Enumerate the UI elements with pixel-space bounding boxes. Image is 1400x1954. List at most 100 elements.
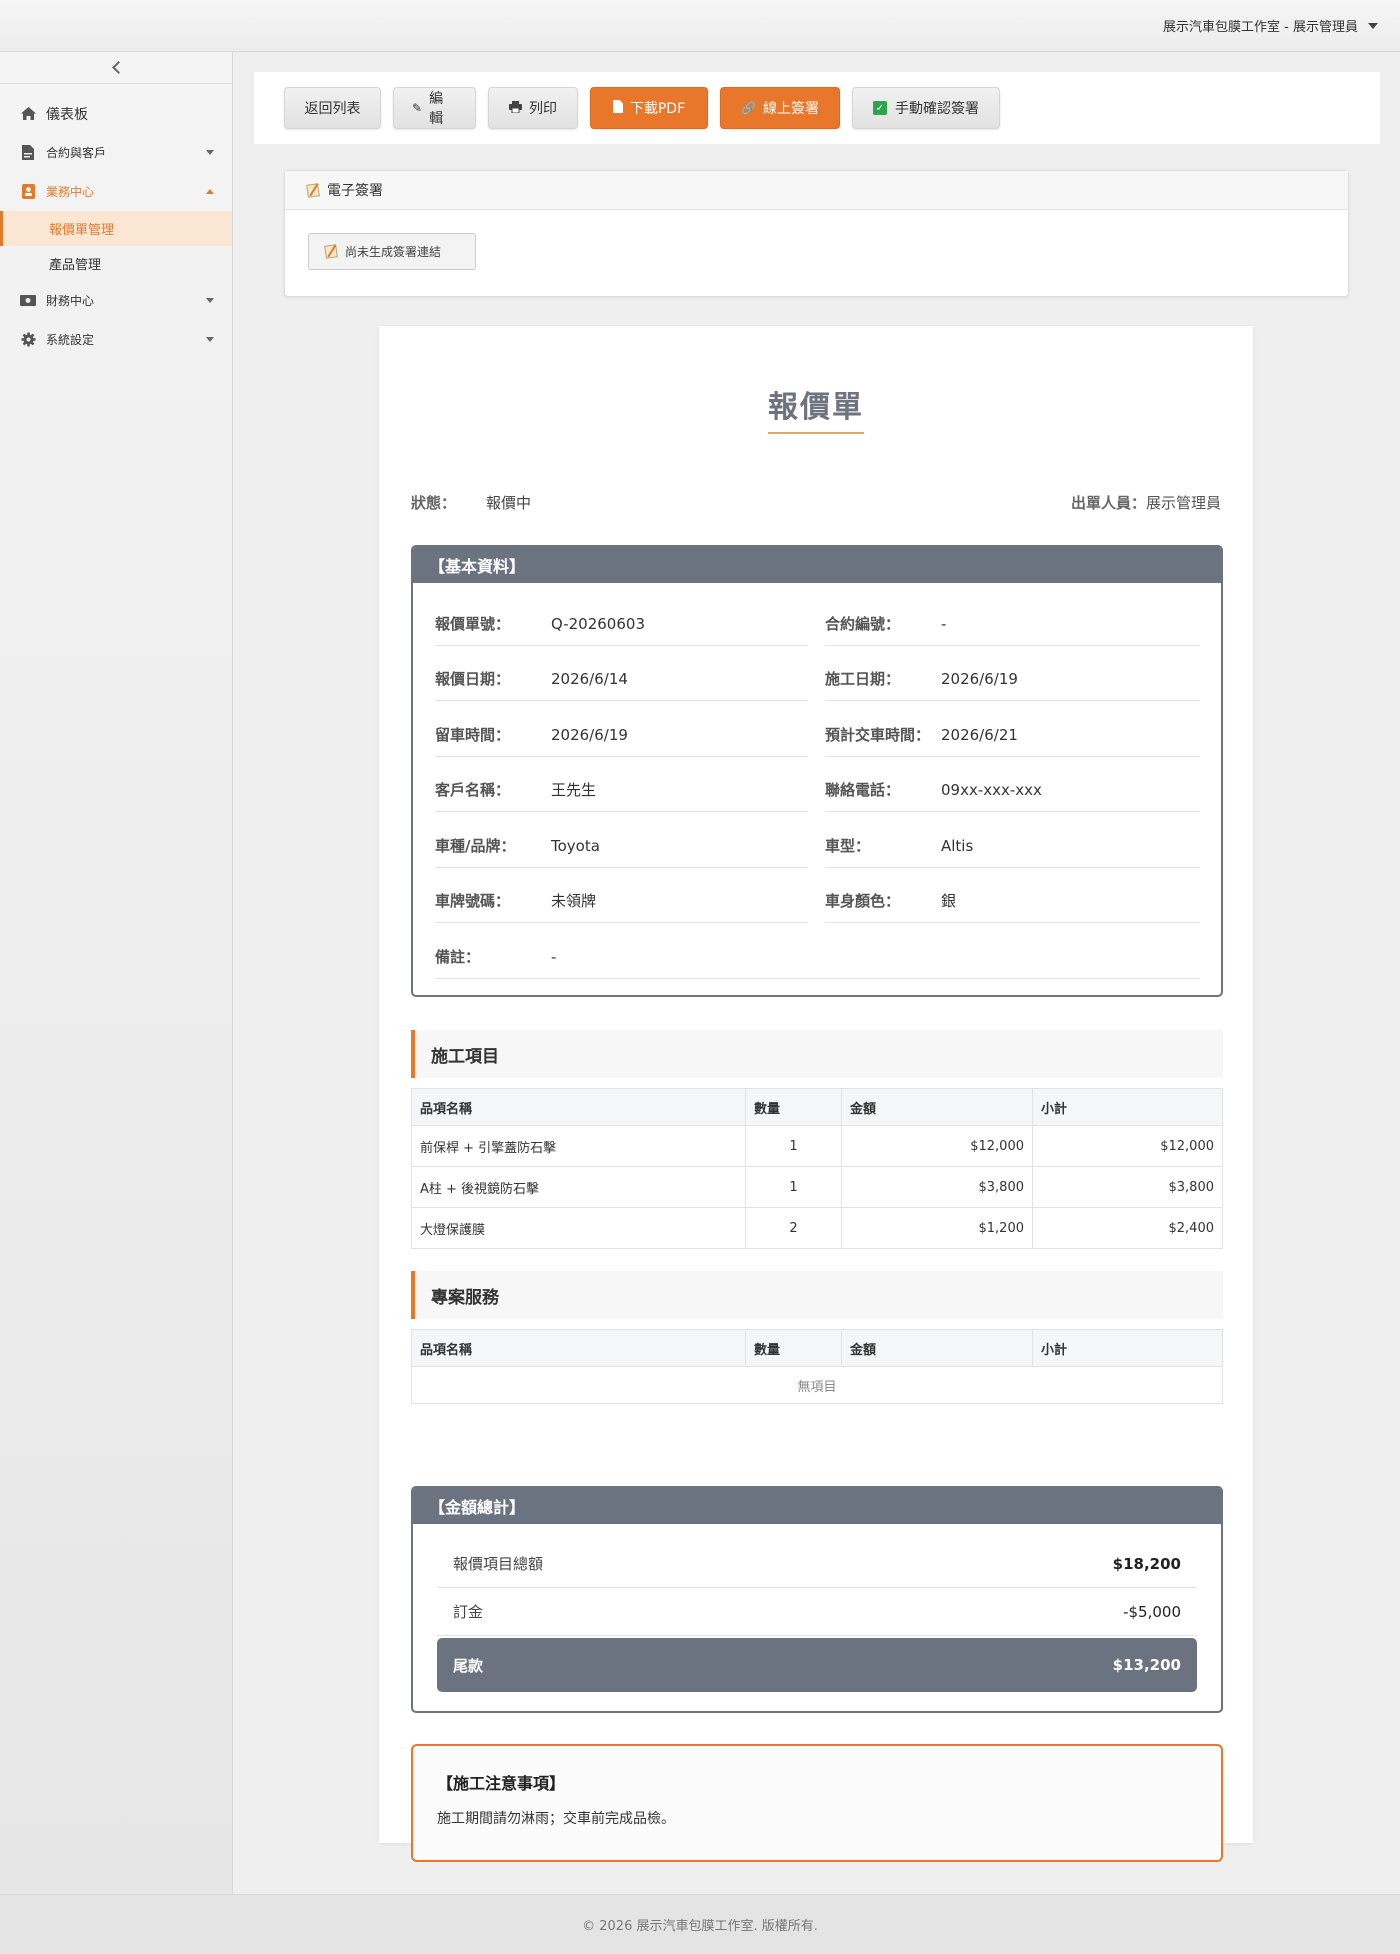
field-value: - — [551, 947, 557, 966]
money-icon — [20, 293, 36, 309]
item-price: $12,000 — [841, 1125, 1033, 1167]
total-label: 報價項目總額 — [453, 1555, 544, 1573]
column-header-qty: 數量 — [745, 1088, 842, 1126]
notes-title: 【施工注意事項】 — [437, 1774, 566, 1793]
pencil-icon: ✎ — [412, 101, 423, 115]
memo-icon — [306, 182, 320, 198]
generate-sign-link-button[interactable]: 尚未生成簽署連結 — [308, 233, 476, 270]
basic-info-title: 【基本資料】 — [413, 547, 1221, 583]
field-value: Altis — [941, 836, 974, 855]
sidebar-subitem-quotes[interactable]: 報價單管理 — [0, 211, 232, 246]
field-plate-no: 車牌號碼： 未領牌 — [435, 879, 808, 923]
button-label: 線上簽署 — [762, 101, 819, 117]
sidebar-item-contracts[interactable]: 合約與客戶 — [0, 133, 232, 172]
table-row: A柱 + 後視鏡防石擊 1 $3,800 $3,800 — [411, 1166, 1223, 1208]
main-content: 返回列表 ✎ 編輯 列印 下載PDF 🔗 線上簽署 ✓ 手動確認簽署 電子簽署 … — [234, 52, 1400, 1894]
check-icon: ✓ — [873, 101, 887, 115]
document-title: 報價單 — [768, 382, 864, 434]
column-header-name: 品項名稱 — [411, 1329, 746, 1367]
edit-button[interactable]: ✎ 編輯 — [393, 87, 476, 129]
user-menu-label: 展示汽車包膜工作室 - 展示管理員 — [1163, 20, 1358, 35]
field-value: 未領牌 — [551, 892, 597, 910]
e-signature-title: 電子簽署 — [327, 183, 383, 199]
sidebar-item-finance[interactable]: 財務中心 — [0, 281, 232, 320]
caret-up-icon — [206, 189, 214, 194]
status-row: 狀態： 報價中 出單人員：展示管理員 — [411, 492, 1221, 513]
item-qty: 1 — [745, 1125, 842, 1167]
sidebar-subitem-products[interactable]: 產品管理 — [0, 246, 232, 281]
total-amount: $13,200 — [1112, 1656, 1181, 1674]
field-label: 車型： — [825, 837, 871, 855]
contact-card-icon — [20, 184, 36, 200]
construction-items-table: 品項名稱 數量 金額 小計 前保桿 + 引擎蓋防石擊 1 $12,000 $12… — [411, 1088, 1223, 1249]
manual-confirm-sign-button[interactable]: ✓ 手動確認簽署 — [852, 87, 1000, 129]
field-customer-name: 客戶名稱： 王先生 — [435, 768, 808, 812]
field-label: 客戶名稱： — [435, 781, 511, 799]
total-amount: -$5,000 — [1123, 1602, 1181, 1621]
caret-down-icon — [206, 298, 214, 303]
item-qty: 1 — [745, 1166, 842, 1208]
field-label: 車種/品牌： — [435, 837, 516, 855]
field-delivery-time: 預計交車時間： 2026/6/21 — [825, 713, 1200, 757]
field-label: 預計交車時間： — [825, 726, 931, 744]
total-amount: $18,200 — [1112, 1554, 1181, 1573]
column-header-price: 金額 — [841, 1329, 1033, 1367]
field-remarks: 備註： - — [435, 935, 1200, 979]
sidebar: 儀表板 合約與客戶 業務中心 報價單管理 產品管理 財務中心 系統設定 — [0, 52, 233, 1894]
memo-icon — [324, 244, 338, 259]
field-car-model: 車型： Altis — [825, 824, 1200, 868]
sidebar-item-business[interactable]: 業務中心 — [0, 172, 232, 211]
field-value: 09xx-xxx-xxx — [941, 780, 1042, 799]
document-title-wrap: 報價單 — [379, 382, 1253, 434]
back-to-list-button[interactable]: 返回列表 — [284, 87, 381, 129]
print-button[interactable]: 列印 — [488, 87, 578, 129]
field-label: 聯絡電話： — [825, 781, 901, 799]
item-price: $1,200 — [841, 1207, 1033, 1249]
field-value: 2026/6/19 — [551, 725, 628, 744]
quotation-document: 報價單 狀態： 報價中 出單人員：展示管理員 【基本資料】 報價單號： Q-2026… — [379, 326, 1253, 1862]
field-label: 車身顏色： — [825, 892, 901, 910]
sidebar-item-label: 合約與客戶 — [46, 146, 107, 160]
sidebar-item-dashboard[interactable]: 儀表板 — [0, 94, 232, 133]
e-signature-header: 電子簽署 — [285, 171, 1348, 210]
field-value: 王先生 — [551, 781, 597, 799]
home-icon — [20, 106, 36, 122]
service-section-title: 專案服務 — [411, 1271, 1223, 1319]
field-value: 2026/6/14 — [551, 669, 628, 688]
column-header-subtotal: 小計 — [1032, 1329, 1223, 1367]
issuer-label: 出單人員： — [1070, 494, 1146, 512]
table-row: 前保桿 + 引擎蓋防石擊 1 $12,000 $12,000 — [411, 1125, 1223, 1167]
status-label: 狀態： — [411, 494, 457, 512]
sidebar-collapse-button[interactable] — [0, 52, 232, 84]
user-menu[interactable]: 展示汽車包膜工作室 - 展示管理員 — [1163, 16, 1378, 35]
field-dropoff-time: 留車時間： 2026/6/19 — [435, 713, 808, 757]
field-quote-date: 報價日期： 2026/6/14 — [435, 657, 808, 701]
table-header-row: 品項名稱 數量 金額 小計 — [411, 1329, 1223, 1367]
sidebar-item-label: 系統設定 — [46, 333, 95, 347]
issuer-value: 展示管理員 — [1145, 494, 1221, 512]
field-car-brand: 車種/品牌： Toyota — [435, 824, 808, 868]
field-value: 2026/6/19 — [941, 669, 1018, 688]
construction-notes-box: 【施工注意事項】 施工期間請勿淋雨；交車前完成品檢。 — [411, 1744, 1223, 1862]
sidebar-item-label: 儀表板 — [46, 106, 88, 123]
field-value: 2026/6/21 — [941, 725, 1018, 744]
field-label: 報價單號： — [435, 615, 511, 633]
chevron-left-icon — [111, 61, 125, 74]
column-header-subtotal: 小計 — [1032, 1088, 1223, 1126]
table-row: 無項目 — [411, 1366, 1223, 1404]
field-value: 銀 — [941, 892, 957, 910]
total-label: 尾款 — [453, 1656, 484, 1675]
item-subtotal: $2,400 — [1032, 1207, 1223, 1249]
sidebar-item-settings[interactable]: 系統設定 — [0, 320, 232, 359]
field-contract-no: 合約編號： - — [825, 602, 1200, 646]
button-label: 尚未生成簽署連結 — [345, 245, 442, 259]
link-icon: 🔗 — [741, 101, 756, 115]
online-sign-button[interactable]: 🔗 線上簽署 — [720, 87, 840, 129]
download-pdf-button[interactable]: 下載PDF — [590, 87, 708, 129]
gear-icon — [20, 332, 36, 348]
service-items-table: 品項名稱 數量 金額 小計 無項目 — [411, 1329, 1223, 1404]
column-header-qty: 數量 — [745, 1329, 842, 1367]
printer-icon — [509, 100, 522, 116]
item-subtotal: $3,800 — [1032, 1166, 1223, 1208]
sidebar-nav: 儀表板 合約與客戶 業務中心 報價單管理 產品管理 財務中心 系統設定 — [0, 94, 232, 359]
